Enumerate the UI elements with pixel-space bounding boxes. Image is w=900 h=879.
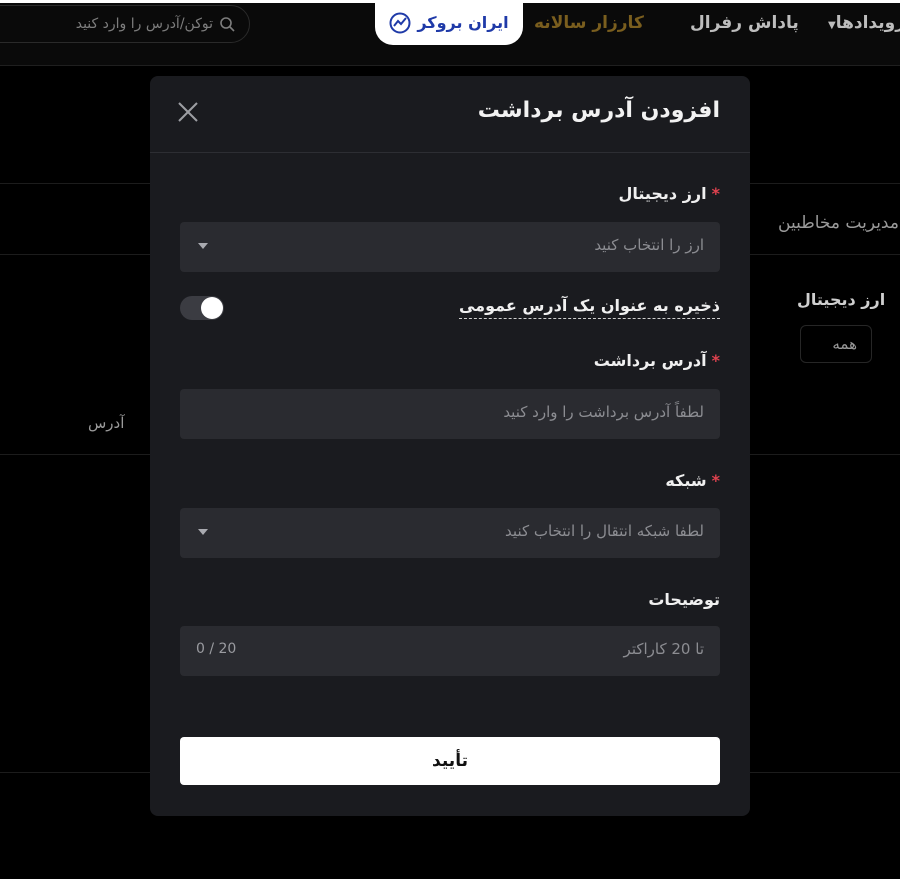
caret-down-icon <box>198 243 208 249</box>
search-placeholder: توکن/آدرس را وارد کنید <box>75 16 213 32</box>
nav-events[interactable]: رویدادها▼ <box>828 13 900 33</box>
nav-events-label: رویدادها <box>835 13 900 33</box>
nav-anniversary[interactable]: کارزار سالانه <box>534 13 644 33</box>
address-label: *آدرس برداشت <box>594 351 720 370</box>
currency-select[interactable]: ارز را انتخاب کنید <box>180 222 720 272</box>
address-input[interactable]: لطفاً آدرس برداشت را وارد کنید <box>180 389 720 439</box>
network-select[interactable]: لطفا شبکه انتقال را انتخاب کنید <box>180 508 720 558</box>
currency-label-text: ارز دیجیتال <box>618 184 707 203</box>
required-marker: * <box>711 471 720 490</box>
close-icon[interactable] <box>174 98 202 126</box>
filter-select[interactable]: همه <box>800 325 872 363</box>
address-placeholder: لطفاً آدرس برداشت را وارد کنید <box>503 403 704 421</box>
save-public-label: ذخیره به عنوان یک آدرس عمومی <box>458 296 720 319</box>
notes-label: توضیحات <box>648 590 720 609</box>
required-marker: * <box>711 351 720 370</box>
nav-referral[interactable]: پاداش رفرال <box>690 13 799 33</box>
filter-label: ارز دیجیتال <box>797 290 886 309</box>
filter-value: همه <box>832 335 857 353</box>
toggle-knob <box>201 297 223 319</box>
caret-down-icon <box>198 529 208 535</box>
search-box[interactable]: توکن/آدرس را وارد کنید <box>0 5 250 43</box>
confirm-button[interactable]: تأیید <box>180 737 720 785</box>
save-public-label-text: ذخیره به عنوان یک آدرس عمومی <box>458 296 720 319</box>
required-marker: * <box>711 184 720 203</box>
address-label-text: آدرس برداشت <box>593 351 707 370</box>
modal-title: افزودن آدرس برداشت <box>477 98 720 123</box>
modal-header: افزودن آدرس برداشت <box>150 76 750 153</box>
notes-input[interactable]: تا 20 کاراکتر 0 / 20 <box>180 626 720 676</box>
notes-placeholder: تا 20 کاراکتر <box>623 640 704 658</box>
save-public-toggle[interactable] <box>180 296 224 320</box>
network-label-text: شبکه <box>665 471 707 490</box>
currency-label: *ارز دیجیتال <box>618 184 720 203</box>
search-icon <box>220 17 235 32</box>
currency-placeholder: ارز را انتخاب کنید <box>594 236 704 254</box>
chart-logo-icon <box>389 12 411 33</box>
add-withdraw-address-modal: افزودن آدرس برداشت *ارز دیجیتال ارز را ا… <box>150 76 750 816</box>
tab-contacts[interactable]: مدیریت مخاطبین <box>778 213 899 233</box>
network-label: *شبکه <box>665 471 720 490</box>
logo: ایران بروکر <box>375 0 523 45</box>
chevron-down-icon: ▼ <box>828 20 836 31</box>
network-placeholder: لطفا شبکه انتقال را انتخاب کنید <box>505 522 704 540</box>
column-header-address: آدرس <box>88 414 125 432</box>
logo-text: ایران بروکر <box>417 13 509 32</box>
character-counter: 0 / 20 <box>196 641 237 657</box>
